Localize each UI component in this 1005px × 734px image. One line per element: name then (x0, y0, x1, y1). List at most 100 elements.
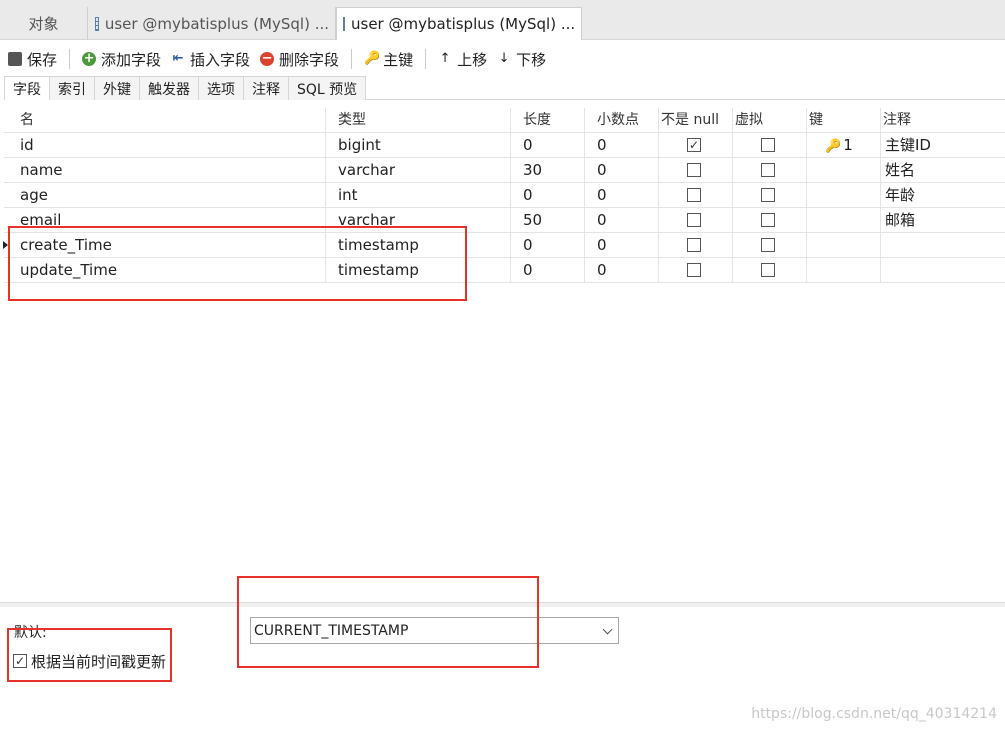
cell-not-null[interactable]: ✓ (659, 133, 733, 158)
cell-decimals[interactable]: 0 (585, 258, 659, 283)
checkbox-unchecked-icon[interactable] (687, 187, 701, 202)
cell-name[interactable]: name (8, 158, 326, 183)
column-header-type[interactable]: 类型 (326, 108, 511, 133)
cell-length[interactable]: 50 (511, 208, 585, 233)
cell-decimals[interactable]: 0 (585, 208, 659, 233)
column-header-key[interactable]: 键 (807, 108, 881, 133)
tab-sql-preview[interactable]: SQL 预览 (288, 76, 367, 100)
key-icon: 🔑 (364, 51, 381, 66)
cell-key[interactable] (807, 158, 881, 183)
toolbar-divider (69, 49, 71, 69)
cell-type[interactable]: bigint (326, 133, 511, 158)
cell-key[interactable] (807, 258, 881, 283)
cell-type[interactable]: varchar (326, 158, 511, 183)
document-tab-bar: 对象 user @mybatisplus (MySql) ... user @m… (0, 0, 1005, 40)
cell-length[interactable]: 0 (511, 233, 585, 258)
cell-key[interactable] (807, 208, 881, 233)
annotation-box-new-fields (8, 226, 467, 301)
cell-comment[interactable]: 主键ID (881, 133, 1005, 158)
column-header-length[interactable]: 长度 (511, 108, 585, 133)
cell-comment[interactable]: 姓名 (881, 158, 1005, 183)
tab-foreign-keys[interactable]: 外键 (94, 76, 140, 100)
cell-virtual[interactable] (733, 233, 807, 258)
delete-field-label: 删除字段 (279, 50, 340, 69)
cell-not-null[interactable] (659, 233, 733, 258)
cell-virtual[interactable] (733, 183, 807, 208)
cell-key[interactable]: 🔑 1 (807, 133, 881, 158)
cell-comment[interactable] (881, 258, 1005, 283)
delete-field-button[interactable]: − 删除字段 (260, 49, 339, 70)
cell-virtual[interactable] (733, 158, 807, 183)
save-button[interactable]: 保存 (8, 49, 57, 70)
cell-length[interactable]: 0 (511, 258, 585, 283)
column-header-not-null[interactable]: 不是 null (659, 108, 733, 133)
tab-label: user @mybatisplus (MySql) ... (104, 14, 329, 33)
toolbar-divider (425, 49, 427, 69)
checkbox-unchecked-icon[interactable] (761, 212, 775, 227)
cell-decimals[interactable]: 0 (585, 158, 659, 183)
cell-not-null[interactable] (659, 208, 733, 233)
move-down-button[interactable]: ↓ 下移 (497, 49, 546, 70)
tab-comment[interactable]: 注释 (243, 76, 289, 100)
cell-virtual[interactable] (733, 258, 807, 283)
cell-not-null[interactable] (659, 258, 733, 283)
move-up-button[interactable]: ↑ 上移 (438, 49, 487, 70)
checkbox-unchecked-icon[interactable] (687, 237, 701, 252)
checkbox-unchecked-icon[interactable] (761, 237, 775, 252)
grid-header-row: 名 类型 长度 小数点 不是 null 虚拟 键 注释 (4, 108, 1005, 133)
insert-field-button[interactable]: ⇤ 插入字段 (171, 49, 250, 70)
cell-comment[interactable]: 年龄 (881, 183, 1005, 208)
column-header-decimals[interactable]: 小数点 (585, 108, 659, 133)
cell-comment[interactable] (881, 233, 1005, 258)
tab-fields[interactable]: 字段 (4, 76, 50, 100)
annotation-box-update-checkbox (7, 628, 172, 682)
table-row[interactable]: id bigint 0 0 ✓ 🔑 1 主键ID (4, 133, 1005, 158)
cell-length[interactable]: 0 (511, 183, 585, 208)
primary-key-label: 主键 (383, 50, 414, 69)
table-row[interactable]: age int 0 0 年龄 (4, 183, 1005, 208)
primary-key-button[interactable]: 🔑 主键 (364, 49, 413, 70)
cell-length[interactable]: 30 (511, 158, 585, 183)
checkbox-unchecked-icon[interactable] (761, 262, 775, 277)
tab-indexes[interactable]: 索引 (49, 76, 95, 100)
watermark: https://blog.csdn.net/qq_40314214 (751, 706, 997, 722)
table-row[interactable]: name varchar 30 0 姓名 (4, 158, 1005, 183)
tab-options[interactable]: 选项 (198, 76, 244, 100)
tab-objects[interactable]: 对象 (0, 7, 88, 40)
cell-name[interactable]: age (8, 183, 326, 208)
cell-length[interactable]: 0 (511, 133, 585, 158)
tab-user-table-1[interactable]: user @mybatisplus (MySql) ... (89, 7, 336, 40)
column-header-name[interactable]: 名 (8, 108, 326, 133)
checkbox-checked-icon[interactable]: ✓ (687, 137, 701, 152)
annotation-box-default-value (237, 576, 539, 668)
insert-field-label: 插入字段 (190, 50, 251, 69)
table-edit-icon (343, 17, 345, 31)
cell-key[interactable] (807, 233, 881, 258)
delete-field-icon: − (260, 51, 275, 66)
checkbox-unchecked-icon[interactable] (687, 262, 701, 277)
column-header-virtual[interactable]: 虚拟 (733, 108, 807, 133)
cell-comment[interactable]: 邮箱 (881, 208, 1005, 233)
checkbox-unchecked-icon[interactable] (687, 212, 701, 227)
checkbox-unchecked-icon[interactable] (761, 137, 775, 152)
cell-virtual[interactable] (733, 208, 807, 233)
column-header-comment[interactable]: 注释 (881, 108, 1005, 133)
tab-objects-label: 对象 (28, 15, 59, 33)
cell-decimals[interactable]: 0 (585, 233, 659, 258)
cell-type[interactable]: int (326, 183, 511, 208)
cell-virtual[interactable] (733, 133, 807, 158)
tab-user-table-design[interactable]: user @mybatisplus (MySql) ... (336, 7, 582, 40)
cell-decimals[interactable]: 0 (585, 133, 659, 158)
checkbox-unchecked-icon[interactable] (687, 162, 701, 177)
tab-triggers[interactable]: 触发器 (139, 76, 199, 100)
checkbox-unchecked-icon[interactable] (761, 187, 775, 202)
add-field-button[interactable]: + 添加字段 (82, 49, 161, 70)
cell-name[interactable]: id (8, 133, 326, 158)
checkbox-unchecked-icon[interactable] (761, 162, 775, 177)
add-field-icon: + (82, 51, 97, 66)
cell-decimals[interactable]: 0 (585, 183, 659, 208)
cell-not-null[interactable] (659, 158, 733, 183)
cell-key[interactable] (807, 183, 881, 208)
chevron-down-icon[interactable] (602, 624, 613, 635)
cell-not-null[interactable] (659, 183, 733, 208)
